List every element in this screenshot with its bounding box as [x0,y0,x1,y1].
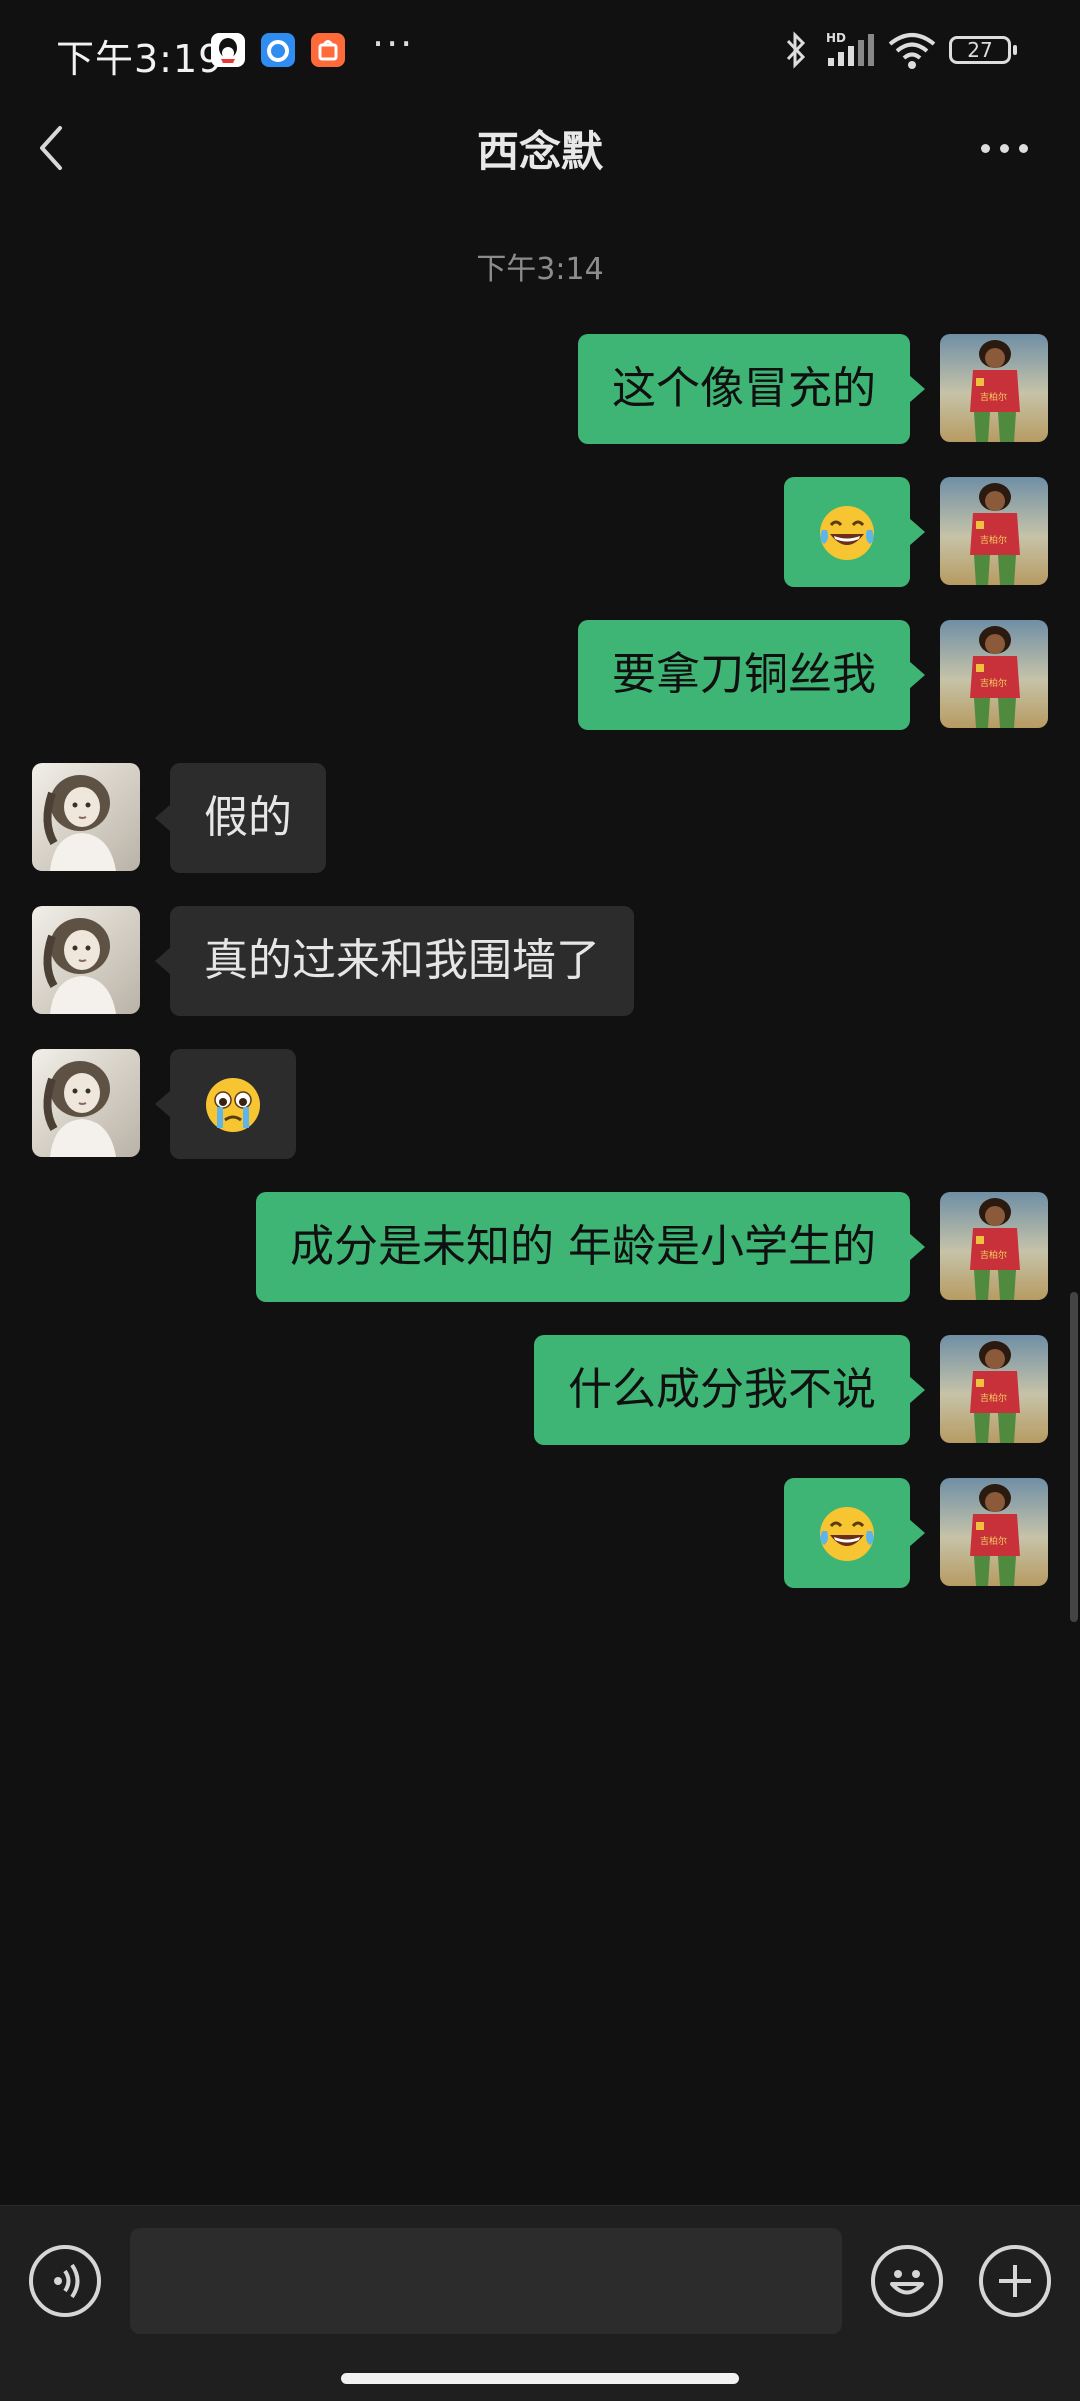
message-bubble-emoji[interactable] [784,477,925,587]
signal-icon: HD [826,31,874,66]
tears-of-joy-icon [818,1505,876,1563]
message-input[interactable] [130,2228,842,2334]
battery-icon: 27 [949,36,1017,64]
input-bar [0,2205,1080,2401]
time-divider: 下午3:14 [476,252,604,287]
contact-avatar[interactable] [32,906,140,1014]
self-avatar[interactable] [940,1192,1048,1300]
emoji-icon [890,2270,924,2295]
emoji-button[interactable] [871,2245,943,2317]
more-dots-icon [981,144,990,153]
voice-button[interactable] [29,2245,101,2317]
status-time: 下午3:19 [56,37,224,81]
bluetooth-icon [786,31,806,69]
contact-avatar[interactable] [32,1049,140,1157]
status-bar: 下午3:19 ··· HD 27 [0,0,1080,100]
message-bubble[interactable]: 假的 [155,763,326,873]
chat-header: 西念默 [0,100,1080,195]
self-avatar[interactable] [940,334,1048,442]
message-bubble[interactable]: 真的过来和我围墙了 [155,906,634,1016]
voice-icon [54,2263,80,2299]
qq-icon [211,33,245,67]
more-functions-button[interactable] [979,2245,1051,2317]
self-avatar[interactable] [940,1335,1048,1443]
tears-of-joy-icon [818,504,876,562]
scrollbar[interactable] [1070,1292,1078,1622]
self-avatar[interactable] [940,477,1048,585]
message-bubble-emoji[interactable] [155,1049,296,1159]
chat-title: 西念默 [476,127,603,176]
self-avatar[interactable] [940,620,1048,728]
message-bubble[interactable]: 什么成分我不说 [534,1335,925,1445]
message-bubble[interactable]: 要拿刀铜丝我 [578,620,925,730]
crying-face-icon [204,1076,262,1134]
network-badge: HD [826,31,846,45]
wifi-icon [888,33,936,69]
browser-icon [261,33,295,67]
battery-level: 27 [967,38,993,62]
message-bubble-emoji[interactable] [784,1478,925,1588]
message-bubble[interactable]: 这个像冒充的 [578,334,925,444]
shop-icon [311,33,345,67]
more-options-button[interactable] [975,130,1035,166]
self-avatar[interactable] [940,1478,1048,1586]
contact-avatar[interactable] [32,763,140,871]
plus-icon [999,2265,1031,2297]
home-indicator[interactable] [341,2373,739,2384]
message-bubble[interactable]: 成分是未知的 年龄是小学生的 [256,1192,925,1302]
more-notifications-icon: ··· [372,22,415,66]
